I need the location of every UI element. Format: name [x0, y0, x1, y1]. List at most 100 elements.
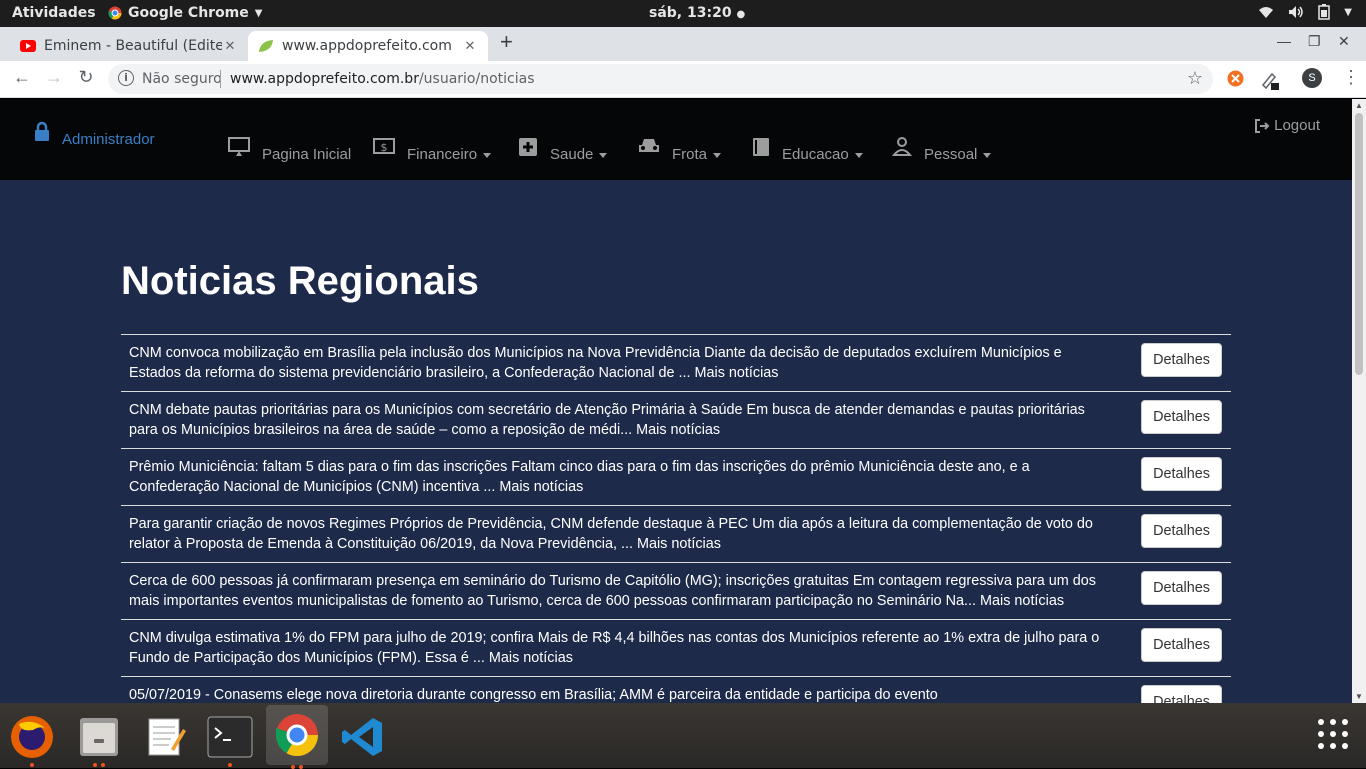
tab-title: Eminem - Beautiful (Edite [44, 38, 222, 54]
power-menu-chevron-icon: ▼ [1344, 6, 1352, 18]
running-indicator [30, 763, 34, 767]
running-indicator [291, 765, 303, 769]
news-text: Para garantir criação de novos Regimes P… [129, 516, 1093, 552]
caret-icon [983, 152, 992, 158]
window-close-button[interactable]: ✕ [1338, 33, 1350, 50]
terminal-icon [207, 716, 253, 758]
logout-icon [1255, 118, 1270, 133]
back-arrow-icon[interactable]: ← [10, 67, 34, 88]
app-menu[interactable]: Google Chrome ▼ [108, 5, 262, 21]
details-button[interactable]: Detalhes [1141, 457, 1222, 491]
news-list: CNM convoca mobilização em Brasília pela… [121, 334, 1231, 703]
dock-vscode[interactable] [337, 711, 389, 763]
menu-pagina-inicial[interactable]: Pagina Inicial [228, 137, 351, 163]
close-icon[interactable]: ✕ [222, 39, 238, 54]
files-icon [80, 718, 118, 756]
security-label: Não seguro [142, 71, 222, 87]
menu-label-text: Educacao [782, 146, 849, 163]
dock-terminal[interactable] [204, 711, 256, 767]
divider [220, 70, 221, 88]
car-icon [639, 139, 659, 152]
news-row: 05/07/2019 - Conasems elege nova diretor… [121, 676, 1231, 703]
new-tab-button[interactable]: + [500, 29, 513, 55]
text-editor-icon [148, 718, 186, 756]
plus-square-icon [519, 138, 537, 156]
url-host: www.appdoprefeito.com.br [230, 71, 419, 87]
menu-financeiro[interactable]: $ Financeiro [373, 137, 492, 163]
reload-icon[interactable]: ↻ [74, 67, 98, 88]
admin-label: Administrador [62, 131, 155, 148]
menu-label: Saude [550, 146, 608, 163]
page-title: Noticias Regionais [121, 259, 479, 303]
scroll-up-icon[interactable]: ▲ [1355, 101, 1363, 110]
firefox-icon [11, 716, 53, 758]
caret-icon [854, 152, 863, 158]
extension-orange-icon[interactable] [1227, 70, 1244, 87]
dock [0, 703, 1366, 769]
user-icon [892, 137, 912, 156]
admin-user[interactable]: Administrador [34, 121, 155, 148]
details-button[interactable]: Detalhes [1141, 628, 1222, 662]
url-path: /usuario/noticias [418, 71, 535, 87]
news-text: Cerca de 600 pessoas já confirmaram pres… [129, 573, 1096, 609]
news-text: CNM divulga estimativa 1% do FPM para ju… [129, 630, 1100, 666]
menu-label: Pagina Inicial [262, 146, 352, 163]
dock-text-editor[interactable] [139, 711, 191, 763]
bookmark-star-icon[interactable]: ☆ [1187, 68, 1203, 89]
scrollbar-thumb[interactable] [1355, 113, 1363, 375]
browser-toolbar: ← → ↻ i Não seguro www.appdoprefeito.com… [0, 61, 1366, 98]
clock[interactable]: sáb, 13:20 ● [649, 5, 745, 21]
show-applications-icon[interactable] [1318, 719, 1348, 749]
notification-dot-icon: ● [736, 9, 746, 20]
menu-pessoal[interactable]: Pessoal [892, 137, 992, 163]
address-bar[interactable]: i Não seguro www.appdoprefeito.com.br/us… [108, 64, 1213, 94]
details-button[interactable]: Detalhes [1141, 685, 1222, 703]
site-navbar: Administrador Pagina Inicial $ Financeir… [0, 99, 1352, 180]
dock-chrome[interactable] [266, 705, 328, 769]
minimize-button[interactable]: — [1277, 33, 1291, 49]
lock-icon [35, 121, 49, 141]
tab-appdoprefeito[interactable]: www.appdoprefeito.com ✕ [248, 31, 488, 61]
menu-kebab-icon[interactable]: ⋮ [1342, 67, 1360, 88]
details-button[interactable]: Detalhes [1141, 343, 1222, 377]
details-button[interactable]: Detalhes [1141, 571, 1222, 605]
logout-link[interactable]: Logout [1254, 117, 1320, 134]
scroll-down-icon[interactable]: ▼ [1355, 692, 1363, 701]
dock-files[interactable] [73, 711, 125, 767]
vscode-icon [342, 718, 382, 756]
news-row: Para garantir criação de novos Regimes P… [121, 505, 1231, 562]
activities-button[interactable]: Atividades [12, 5, 96, 21]
dock-firefox[interactable] [6, 711, 58, 767]
running-indicator [228, 763, 232, 767]
tab-eminem[interactable]: Eminem - Beautiful (Edite ✕ [10, 31, 248, 61]
news-row: Cerca de 600 pessoas já confirmaram pres… [121, 562, 1231, 619]
system-tray[interactable]: ▼ [1258, 4, 1352, 20]
system-top-bar: Atividades Google Chrome ▼ sáb, 13:20 ● … [0, 0, 1366, 27]
menu-saude[interactable]: Saude [518, 137, 608, 163]
details-button[interactable]: Detalhes [1141, 514, 1222, 548]
close-icon[interactable]: ✕ [462, 39, 478, 54]
eyedropper-extension-icon[interactable] [1261, 70, 1279, 90]
menu-label-text: Pessoal [924, 146, 978, 163]
running-indicator [93, 763, 105, 767]
menu-label-text: Saude [550, 146, 594, 163]
url-text: www.appdoprefeito.com.br/usuario/noticia… [230, 71, 535, 87]
news-row: Prêmio Municiência: faltam 5 dias para o… [121, 448, 1231, 505]
forward-arrow-icon[interactable]: → [42, 67, 66, 88]
news-text: 05/07/2019 - Conasems elege nova diretor… [129, 687, 938, 703]
menu-educacao[interactable]: Educacao [752, 137, 863, 163]
browser-tab-strip: Eminem - Beautiful (Edite ✕ www.appdopre… [0, 27, 1366, 61]
web-page: Administrador Pagina Inicial $ Financeir… [0, 99, 1352, 703]
news-text: CNM debate pautas prioritárias para os M… [129, 402, 1085, 438]
info-icon[interactable]: i [118, 70, 134, 86]
caret-icon [483, 152, 492, 158]
menu-frota[interactable]: Frota [638, 137, 722, 163]
money-icon: $ [373, 138, 395, 154]
tab-title: www.appdoprefeito.com [282, 38, 452, 54]
profile-avatar[interactable]: S [1302, 68, 1322, 88]
details-button[interactable]: Detalhes [1141, 400, 1222, 434]
page-scrollbar[interactable]: ▲ ▼ [1352, 99, 1366, 703]
maximize-button[interactable]: ❐ [1308, 33, 1321, 50]
clock-text: sáb, 13:20 [649, 5, 732, 21]
volume-icon [1289, 6, 1304, 18]
